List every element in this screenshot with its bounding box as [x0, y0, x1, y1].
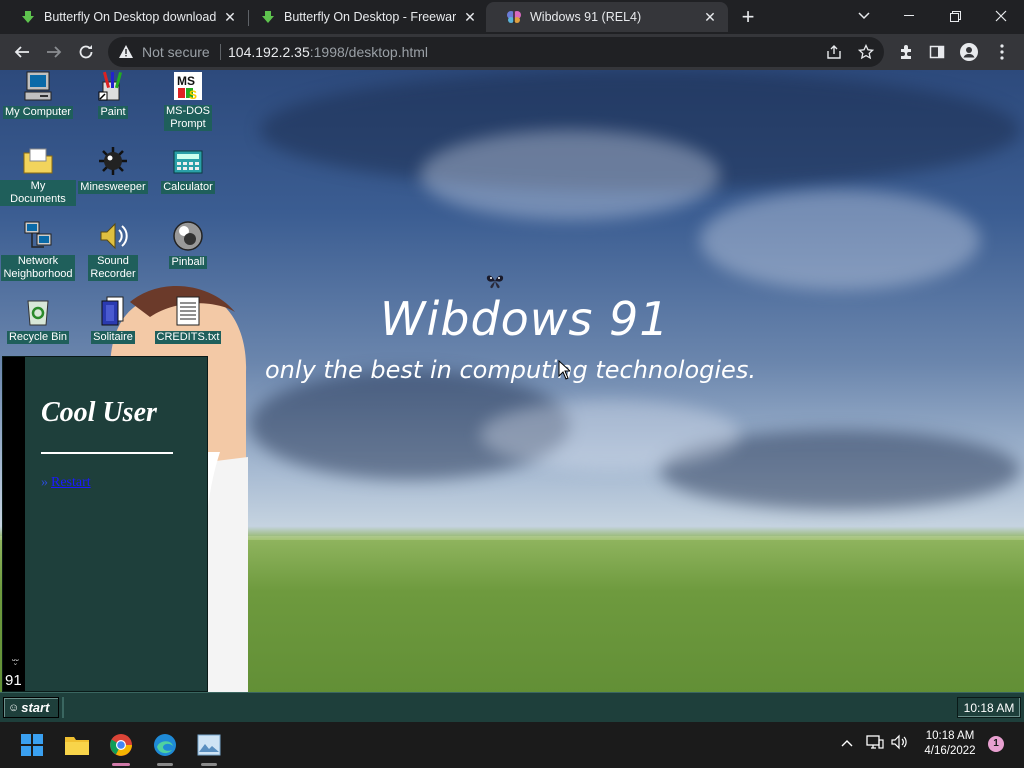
stripe-logo-text: ᵕ̮ᵕ: [12, 655, 19, 665]
browser-tab-strip: Butterfly On Desktop download f ✕ Butter…: [0, 0, 1024, 34]
computer-icon: [22, 70, 54, 102]
start-button[interactable]: ☺ start: [3, 697, 59, 718]
new-tab-button[interactable]: +: [736, 6, 760, 30]
minimize-icon[interactable]: [886, 0, 932, 32]
butterfly-icon: [506, 9, 522, 25]
desktop-icon-ms-dos-prompt[interactable]: MS S MS-DOS Prompt: [150, 70, 226, 132]
butterfly-icon[interactable]: [486, 273, 504, 294]
start-menu-stripe: ᵕ̮ᵕ 91: [3, 357, 25, 691]
mine-icon: [97, 145, 129, 177]
tab-wibdows-91[interactable]: Wibdows 91 (REL4) ✕: [486, 2, 728, 32]
tab-butterfly-download[interactable]: Butterfly On Desktop download f ✕: [0, 2, 249, 32]
close-icon[interactable]: ✕: [702, 9, 718, 25]
desktop-icon-calculator[interactable]: Calculator: [150, 145, 226, 195]
windows-start-icon[interactable]: [18, 731, 46, 759]
running-indicator: [201, 763, 217, 766]
volume-icon[interactable]: [891, 734, 909, 755]
cloud: [480, 400, 740, 470]
svg-text:S: S: [189, 88, 197, 102]
page-title: Wibdows 91: [380, 292, 670, 346]
notification-badge[interactable]: 1: [988, 736, 1004, 752]
desktop-icon-minesweeper[interactable]: Minesweeper: [75, 145, 151, 195]
page-subtitle: only the best in computing technologies.: [265, 356, 756, 384]
share-icon[interactable]: [826, 44, 842, 65]
taskbar-clock: 10:18 AM: [957, 697, 1021, 718]
ms-dos-icon: MS S: [172, 70, 204, 102]
separator: [62, 697, 64, 718]
start-menu: ᵕ̮ᵕ 91 Cool User » Restart: [2, 356, 208, 692]
desktop-icon-sound-recorder[interactable]: Sound Recorder: [75, 220, 151, 282]
window-controls: [886, 0, 1024, 32]
speaker-icon: [97, 220, 129, 252]
desktop-icon-my-documents[interactable]: My Documents: [0, 145, 76, 207]
divider: [41, 452, 173, 454]
running-indicator: [157, 763, 173, 766]
desktop-icon-paint[interactable]: Paint: [75, 70, 151, 120]
back-arrow-icon[interactable]: [8, 38, 36, 66]
chrome-icon[interactable]: [107, 731, 135, 759]
address-bar[interactable]: Not secure 104.192.2.35:1998/desktop.htm…: [108, 37, 884, 67]
profile-icon[interactable]: [955, 38, 983, 66]
desktop-icon-pinball[interactable]: Pinball: [150, 220, 226, 270]
warning-icon[interactable]: [118, 44, 134, 64]
desktop-icon-recycle-bin[interactable]: Recycle Bin: [0, 295, 76, 345]
wibdows-taskbar: ☺ start 10:18 AM: [0, 692, 1024, 722]
menu-dots-icon[interactable]: [988, 38, 1016, 66]
reload-icon[interactable]: [72, 38, 100, 66]
desktop-icon-network-neighborhood[interactable]: Network Neighborhood: [0, 220, 76, 282]
cloud: [420, 130, 720, 220]
close-icon[interactable]: ✕: [222, 9, 238, 25]
forward-arrow-icon[interactable]: [40, 38, 68, 66]
separator: [220, 44, 221, 60]
desktop-icon-credits-txt[interactable]: CREDITS.txt: [150, 295, 226, 345]
network-icon: [22, 220, 54, 252]
bullet: »: [41, 475, 48, 490]
folder-icon: [22, 145, 54, 177]
edge-icon[interactable]: [151, 731, 179, 759]
url-text[interactable]: 104.192.2.35:1998/desktop.html: [228, 44, 428, 60]
pinball-icon: [172, 220, 204, 252]
close-icon[interactable]: ✕: [462, 9, 478, 25]
restart-link[interactable]: Restart: [51, 475, 91, 490]
tab-butterfly-freeware[interactable]: Butterfly On Desktop - Freeware ✕: [240, 2, 489, 32]
browser-toolbar: Not secure 104.192.2.35:1998/desktop.htm…: [0, 34, 1024, 70]
calculator-icon: [172, 145, 204, 177]
side-panel-icon[interactable]: [923, 38, 951, 66]
text-file-icon: [172, 295, 204, 327]
restart-item: » Restart: [41, 475, 91, 491]
start-logo-icon: ☺: [8, 701, 20, 714]
extensions-puzzle-icon[interactable]: [892, 38, 920, 66]
download-arrow-icon: [260, 9, 276, 25]
desktop-icon-my-computer[interactable]: My Computer: [0, 70, 76, 120]
stripe-version: 91: [5, 672, 22, 689]
restore-icon[interactable]: [932, 0, 978, 32]
running-indicator: [112, 763, 130, 766]
cards-icon: [97, 295, 129, 327]
chevron-up-icon[interactable]: [841, 734, 853, 752]
wibdows-desktop: My Computer Paint MS S MS-DOS Prompt My D…: [0, 70, 1024, 722]
security-label[interactable]: Not secure: [142, 44, 210, 60]
recycle-bin-icon: [22, 295, 54, 327]
mouse-cursor-icon: [558, 360, 570, 380]
cloud: [700, 190, 980, 290]
star-icon[interactable]: [857, 43, 875, 65]
close-window-icon[interactable]: [978, 0, 1024, 32]
download-arrow-icon: [20, 9, 36, 25]
paint-icon: [97, 70, 129, 102]
file-explorer-icon[interactable]: [63, 731, 91, 759]
windows-taskbar: 10:18 AM 4/16/2022 1: [0, 722, 1024, 768]
desktop-icon-solitaire[interactable]: Solitaire: [75, 295, 151, 345]
svg-text:MS: MS: [177, 74, 195, 88]
network-icon[interactable]: [866, 734, 884, 755]
start-menu-username: Cool User: [41, 397, 157, 428]
photos-icon[interactable]: [195, 731, 223, 759]
system-clock[interactable]: 10:18 AM 4/16/2022: [918, 729, 982, 759]
chevron-down-icon[interactable]: [852, 4, 876, 28]
